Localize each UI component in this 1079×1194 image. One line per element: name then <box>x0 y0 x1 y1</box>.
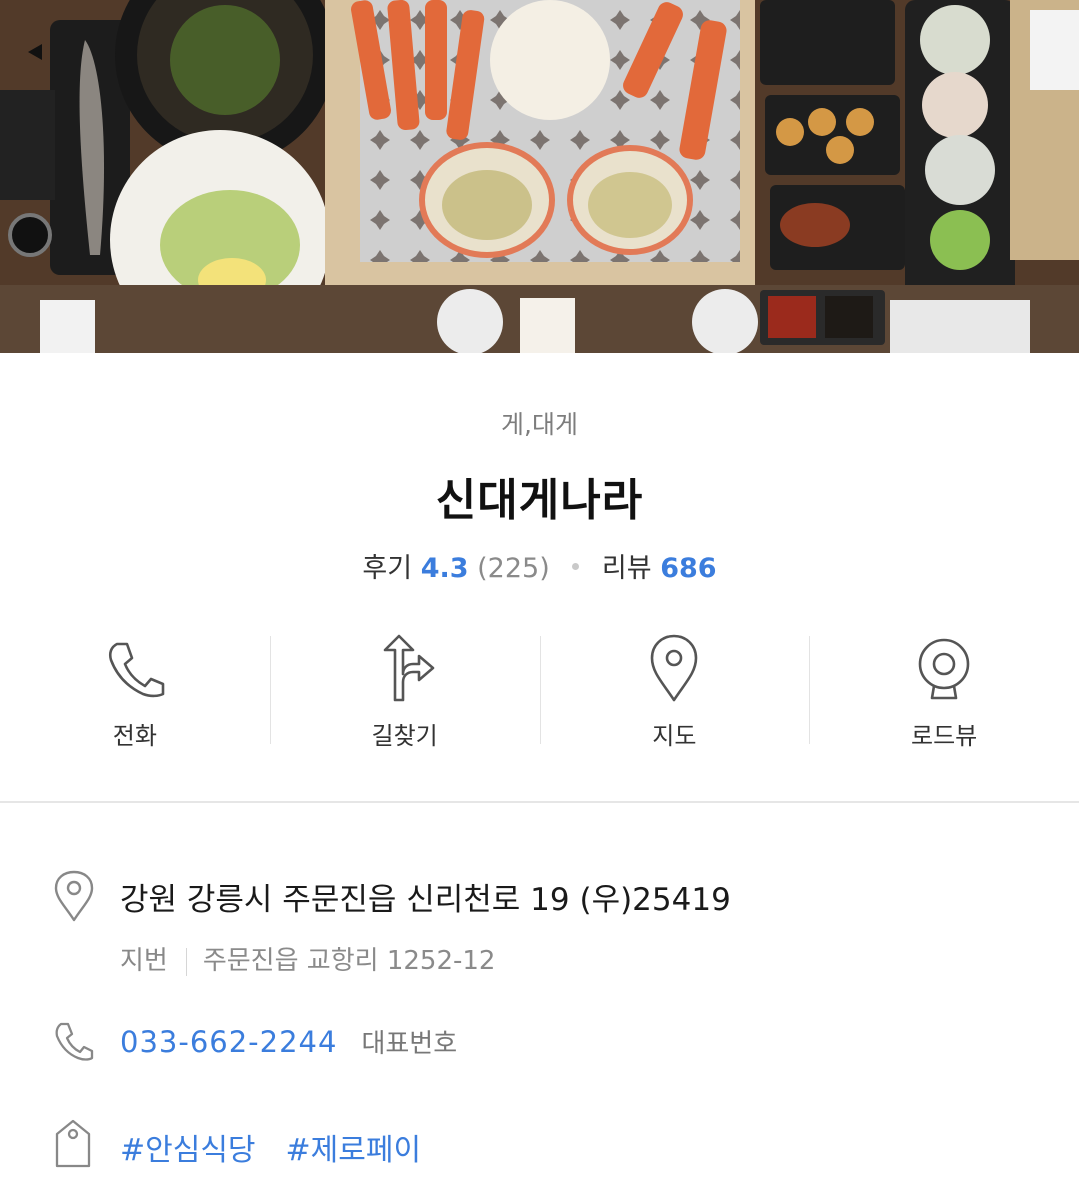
tag-icon <box>55 1119 91 1168</box>
map-pin-icon <box>651 634 698 702</box>
phone-number-link[interactable]: 033-662-2244 <box>120 1025 337 1059</box>
section-divider <box>0 801 1079 803</box>
map-label: 지도 <box>652 722 697 750</box>
review-score[interactable]: 4.3 <box>421 553 469 584</box>
review-count[interactable]: (225) <box>477 553 550 584</box>
call-button[interactable]: 전화 <box>0 628 270 753</box>
roadview-camera-icon <box>918 638 970 700</box>
call-label: 전화 <box>112 722 157 750</box>
separator-dot <box>572 563 580 570</box>
hero-photo[interactable] <box>0 0 1079 353</box>
directions-button[interactable]: 길찾기 <box>269 628 540 753</box>
phone-row: 033-662-2244 대표번호 <box>120 1023 457 1060</box>
rating-row: 후기 4.3 (225) 리뷰 686 <box>0 546 1079 585</box>
directions-label: 길찾기 <box>371 722 438 750</box>
roadview-label: 로드뷰 <box>911 722 978 750</box>
food-photo-icon <box>0 0 1079 353</box>
blog-review-label: 리뷰 <box>601 553 652 584</box>
place-category: 게,대게 <box>501 410 578 439</box>
blog-review-count[interactable]: 686 <box>660 553 716 584</box>
address-pin-icon <box>54 870 94 922</box>
map-button[interactable]: 지도 <box>539 628 810 753</box>
action-bar: 전화 길찾기 지도 로드뷰 <box>0 628 1079 753</box>
jibun-address: 지번 주문진읍 교항리 1252-12 <box>120 940 495 977</box>
jibun-label: 지번 <box>120 946 168 976</box>
phone-icon <box>108 642 165 698</box>
jibun-value: 주문진읍 교항리 1252-12 <box>202 946 496 976</box>
roadview-button[interactable]: 로드뷰 <box>809 628 1079 753</box>
address-text[interactable]: 강원 강릉시 주문진읍 신리천로 19 (우)25419 <box>120 874 731 919</box>
phone-small-icon <box>55 1022 94 1061</box>
jibun-separator <box>185 947 187 976</box>
tag-zeropay[interactable]: #제로페이 <box>286 1133 422 1168</box>
place-name: 신대게나라 <box>435 475 644 526</box>
directions-icon <box>383 634 434 702</box>
phone-type-label: 대표번호 <box>361 1029 458 1059</box>
review-label: 후기 <box>362 553 413 584</box>
tag-safe-restaurant[interactable]: #안심식당 <box>120 1133 256 1168</box>
tag-list: #안심식당 #제로페이 <box>120 1125 451 1169</box>
